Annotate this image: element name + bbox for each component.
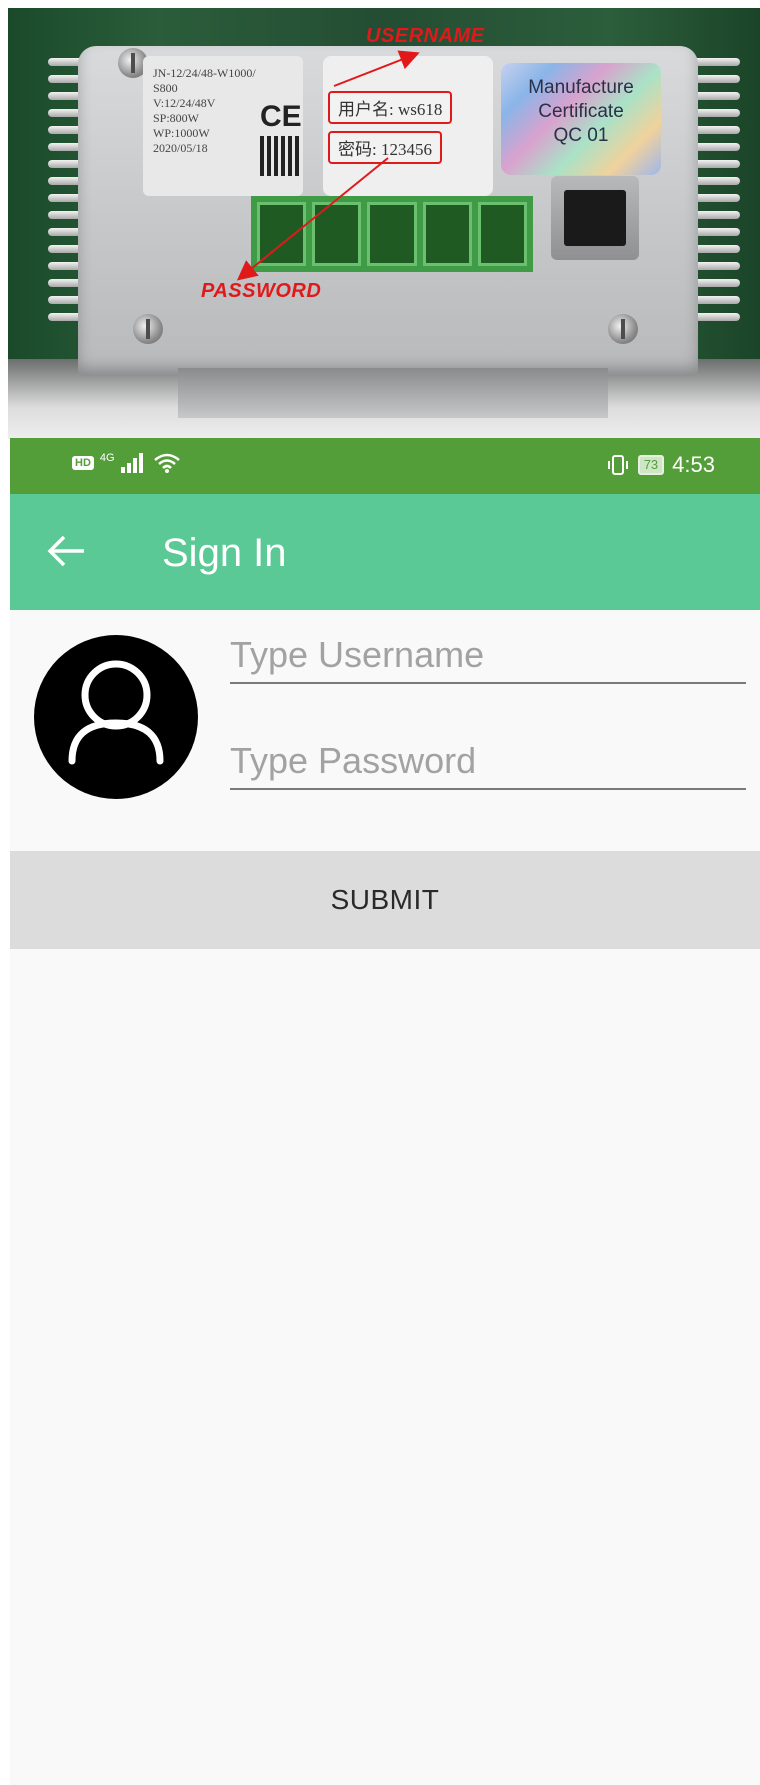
phone-screen: HD 4G 73 4:53 Sign In Type Username SUBM… — [10, 438, 760, 1785]
status-bar: HD 4G 73 4:53 — [10, 438, 760, 494]
app-bar: Sign In — [10, 494, 760, 610]
vibrate-icon — [607, 455, 628, 475]
status-right: 73 4:53 — [606, 452, 715, 478]
wifi-icon — [153, 453, 180, 473]
annotation-arrows-icon — [236, 50, 420, 281]
status-time: 4:53 — [672, 452, 715, 477]
battery-icon: 73 — [637, 455, 665, 475]
username-input[interactable] — [230, 628, 746, 684]
signal-icon — [120, 453, 143, 473]
page-title: Sign In — [162, 531, 287, 575]
status-left: HD 4G — [72, 452, 181, 474]
network-type: 4G — [99, 452, 115, 464]
user-avatar-icon — [34, 635, 198, 799]
submit-button[interactable]: SUBMIT — [10, 851, 760, 949]
hd-badge: HD — [72, 456, 94, 470]
password-input[interactable] — [230, 734, 746, 790]
device-photo: JN-12/24/48-W1000/ S800 V:12/24/48V SP:8… — [8, 8, 760, 439]
arrow-left-icon[interactable] — [44, 528, 90, 574]
